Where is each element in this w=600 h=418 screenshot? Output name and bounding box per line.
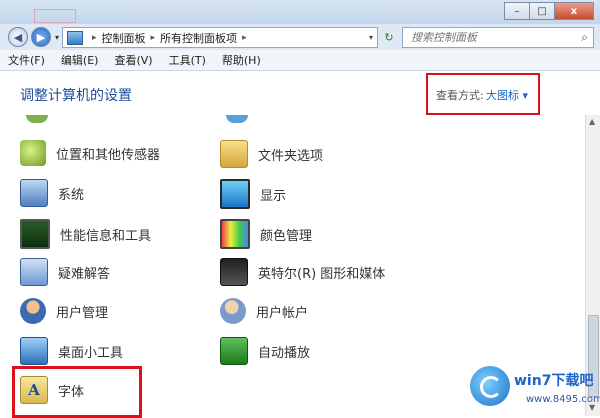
minimize-button[interactable]: –	[504, 2, 529, 20]
back-arrow-icon[interactable]: ◀	[8, 27, 28, 47]
window-controls: – □ x	[504, 2, 594, 20]
folder-options-icon	[220, 140, 248, 168]
item-label: 桌面小工具	[58, 345, 124, 361]
item-label: 显示	[260, 188, 287, 204]
item-fonts[interactable]: A 字体	[20, 376, 84, 404]
troubleshooting-icon	[20, 258, 48, 286]
user-accounts-icon	[220, 298, 246, 324]
refresh-icon[interactable]: ↻	[380, 28, 398, 46]
item-label: 字体	[58, 384, 85, 400]
watermark-url: www.8495.com	[526, 394, 600, 405]
user-management-icon	[20, 298, 46, 324]
item-troubleshooting[interactable]: 疑难解答	[20, 258, 110, 286]
menu-bar: 文件(F) 编辑(E) 查看(V) 工具(T) 帮助(H)	[0, 50, 600, 71]
address-bar[interactable]: ▸ 控制面板 ▸ 所有控制面板项 ▸ ▾	[62, 27, 378, 48]
item-label: 用户帐户	[256, 305, 309, 321]
location-sensor-icon	[20, 140, 46, 166]
item-desktop-gadgets[interactable]: 桌面小工具	[20, 337, 123, 365]
breadcrumb-control-panel[interactable]: 控制面板	[102, 30, 146, 46]
close-button[interactable]: x	[554, 2, 594, 20]
search-box: ⌕	[402, 27, 594, 48]
search-icon[interactable]: ⌕	[581, 30, 588, 45]
menu-help[interactable]: 帮助(H)	[214, 52, 269, 68]
title-bar: – □ x	[0, 0, 600, 25]
breadcrumb-all-items[interactable]: 所有控制面板项	[160, 30, 237, 46]
item-autoplay[interactable]: 自动播放	[220, 337, 310, 365]
scroll-up-icon[interactable]: ▲	[589, 117, 595, 126]
view-mode-label: 查看方式:	[436, 89, 484, 102]
intel-graphics-icon	[220, 258, 248, 286]
maximize-button[interactable]: □	[529, 2, 554, 20]
menu-edit[interactable]: 编辑(E)	[53, 52, 107, 68]
item-label: 颜色管理	[260, 228, 313, 244]
system-icon	[20, 179, 48, 207]
item-label: 疑难解答	[58, 266, 111, 282]
item-performance[interactable]: 性能信息和工具	[20, 219, 151, 249]
page-title: 调整计算机的设置	[20, 88, 132, 104]
desktop-gadgets-icon	[20, 337, 48, 365]
breadcrumb-chevron-icon[interactable]: ▸	[151, 33, 156, 43]
fonts-icon: A	[20, 376, 48, 404]
item-label: 系统	[58, 187, 85, 203]
item-user-management[interactable]: 用户管理	[20, 298, 108, 324]
performance-icon	[20, 219, 50, 249]
history-dropdown-icon[interactable]: ▾	[55, 33, 59, 42]
view-mode-dropdown[interactable]: 大图标 ▾	[486, 87, 528, 103]
watermark: win7下载吧 www.8495.com	[470, 364, 600, 412]
menu-file[interactable]: 文件(F)	[0, 52, 53, 68]
item-label: 性能信息和工具	[60, 228, 152, 244]
item-system[interactable]: 系统	[20, 179, 84, 207]
color-management-icon	[220, 219, 250, 249]
menu-tools[interactable]: 工具(T)	[161, 52, 214, 68]
search-input[interactable]	[409, 30, 573, 45]
address-dropdown-icon[interactable]: ▾	[369, 33, 373, 42]
breadcrumb-chevron-icon[interactable]: ▸	[242, 33, 247, 43]
item-label: 文件夹选项	[258, 148, 324, 164]
item-user-accounts[interactable]: 用户帐户	[220, 298, 308, 324]
navigation-bar: ◀ ▶ ▾ ▸ 控制面板 ▸ 所有控制面板项 ▸ ▾ ↻ ⌕	[0, 24, 600, 50]
breadcrumb-chevron-icon[interactable]: ▸	[92, 33, 97, 43]
title-decoration	[34, 9, 76, 23]
item-label: 英特尔(R) 图形和媒体	[258, 266, 386, 282]
win7-logo-icon	[470, 366, 510, 406]
display-icon	[220, 179, 250, 209]
item-label: 用户管理	[56, 305, 109, 321]
item-color-management[interactable]: 颜色管理	[220, 219, 312, 249]
watermark-brand: win7下载吧	[514, 373, 594, 389]
control-panel-icon	[67, 30, 83, 45]
item-label: 自动播放	[258, 345, 311, 361]
item-intel-graphics[interactable]: 英特尔(R) 图形和媒体	[220, 258, 385, 286]
item-display[interactable]: 显示	[220, 179, 286, 209]
item-label: 位置和其他传感器	[56, 147, 161, 163]
menu-view[interactable]: 查看(V)	[106, 52, 160, 68]
forward-arrow-icon[interactable]: ▶	[31, 27, 51, 47]
item-location-sensors[interactable]: 位置和其他传感器	[20, 140, 160, 166]
autoplay-icon	[220, 337, 248, 365]
item-folder-options[interactable]: 文件夹选项	[220, 140, 323, 168]
